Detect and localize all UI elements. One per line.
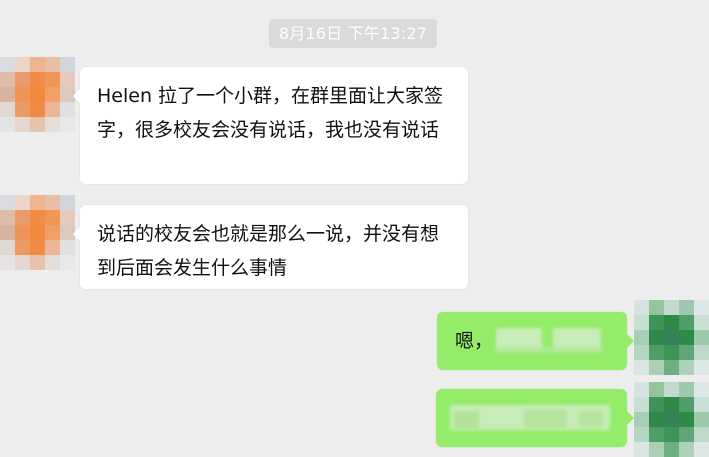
user-avatar[interactable]: [634, 300, 709, 375]
redacted-text-block: [495, 347, 603, 353]
redacted-text-block: [524, 410, 567, 428]
received-message-bubble[interactable]: 说话的校友会也就是那么一说，并没有想到后面会发生什么事情: [73, 205, 468, 289]
sent-message-bubble[interactable]: [436, 389, 634, 447]
user-avatar[interactable]: [634, 382, 709, 457]
redacted-text-block: [454, 411, 479, 429]
contact-avatar[interactable]: [0, 195, 75, 270]
received-message-bubble[interactable]: Helen 拉了一个小群，在群里面让大家签字，很多校友会没有说话，我也没有说话: [73, 67, 468, 184]
sent-message-bubble[interactable]: 嗯，: [437, 312, 634, 370]
message-timestamp: 8月16日 下午13:27: [269, 19, 437, 48]
redacted-text-block: [579, 411, 603, 427]
contact-avatar[interactable]: [0, 57, 75, 132]
sent-message-text: 嗯，: [455, 330, 494, 352]
